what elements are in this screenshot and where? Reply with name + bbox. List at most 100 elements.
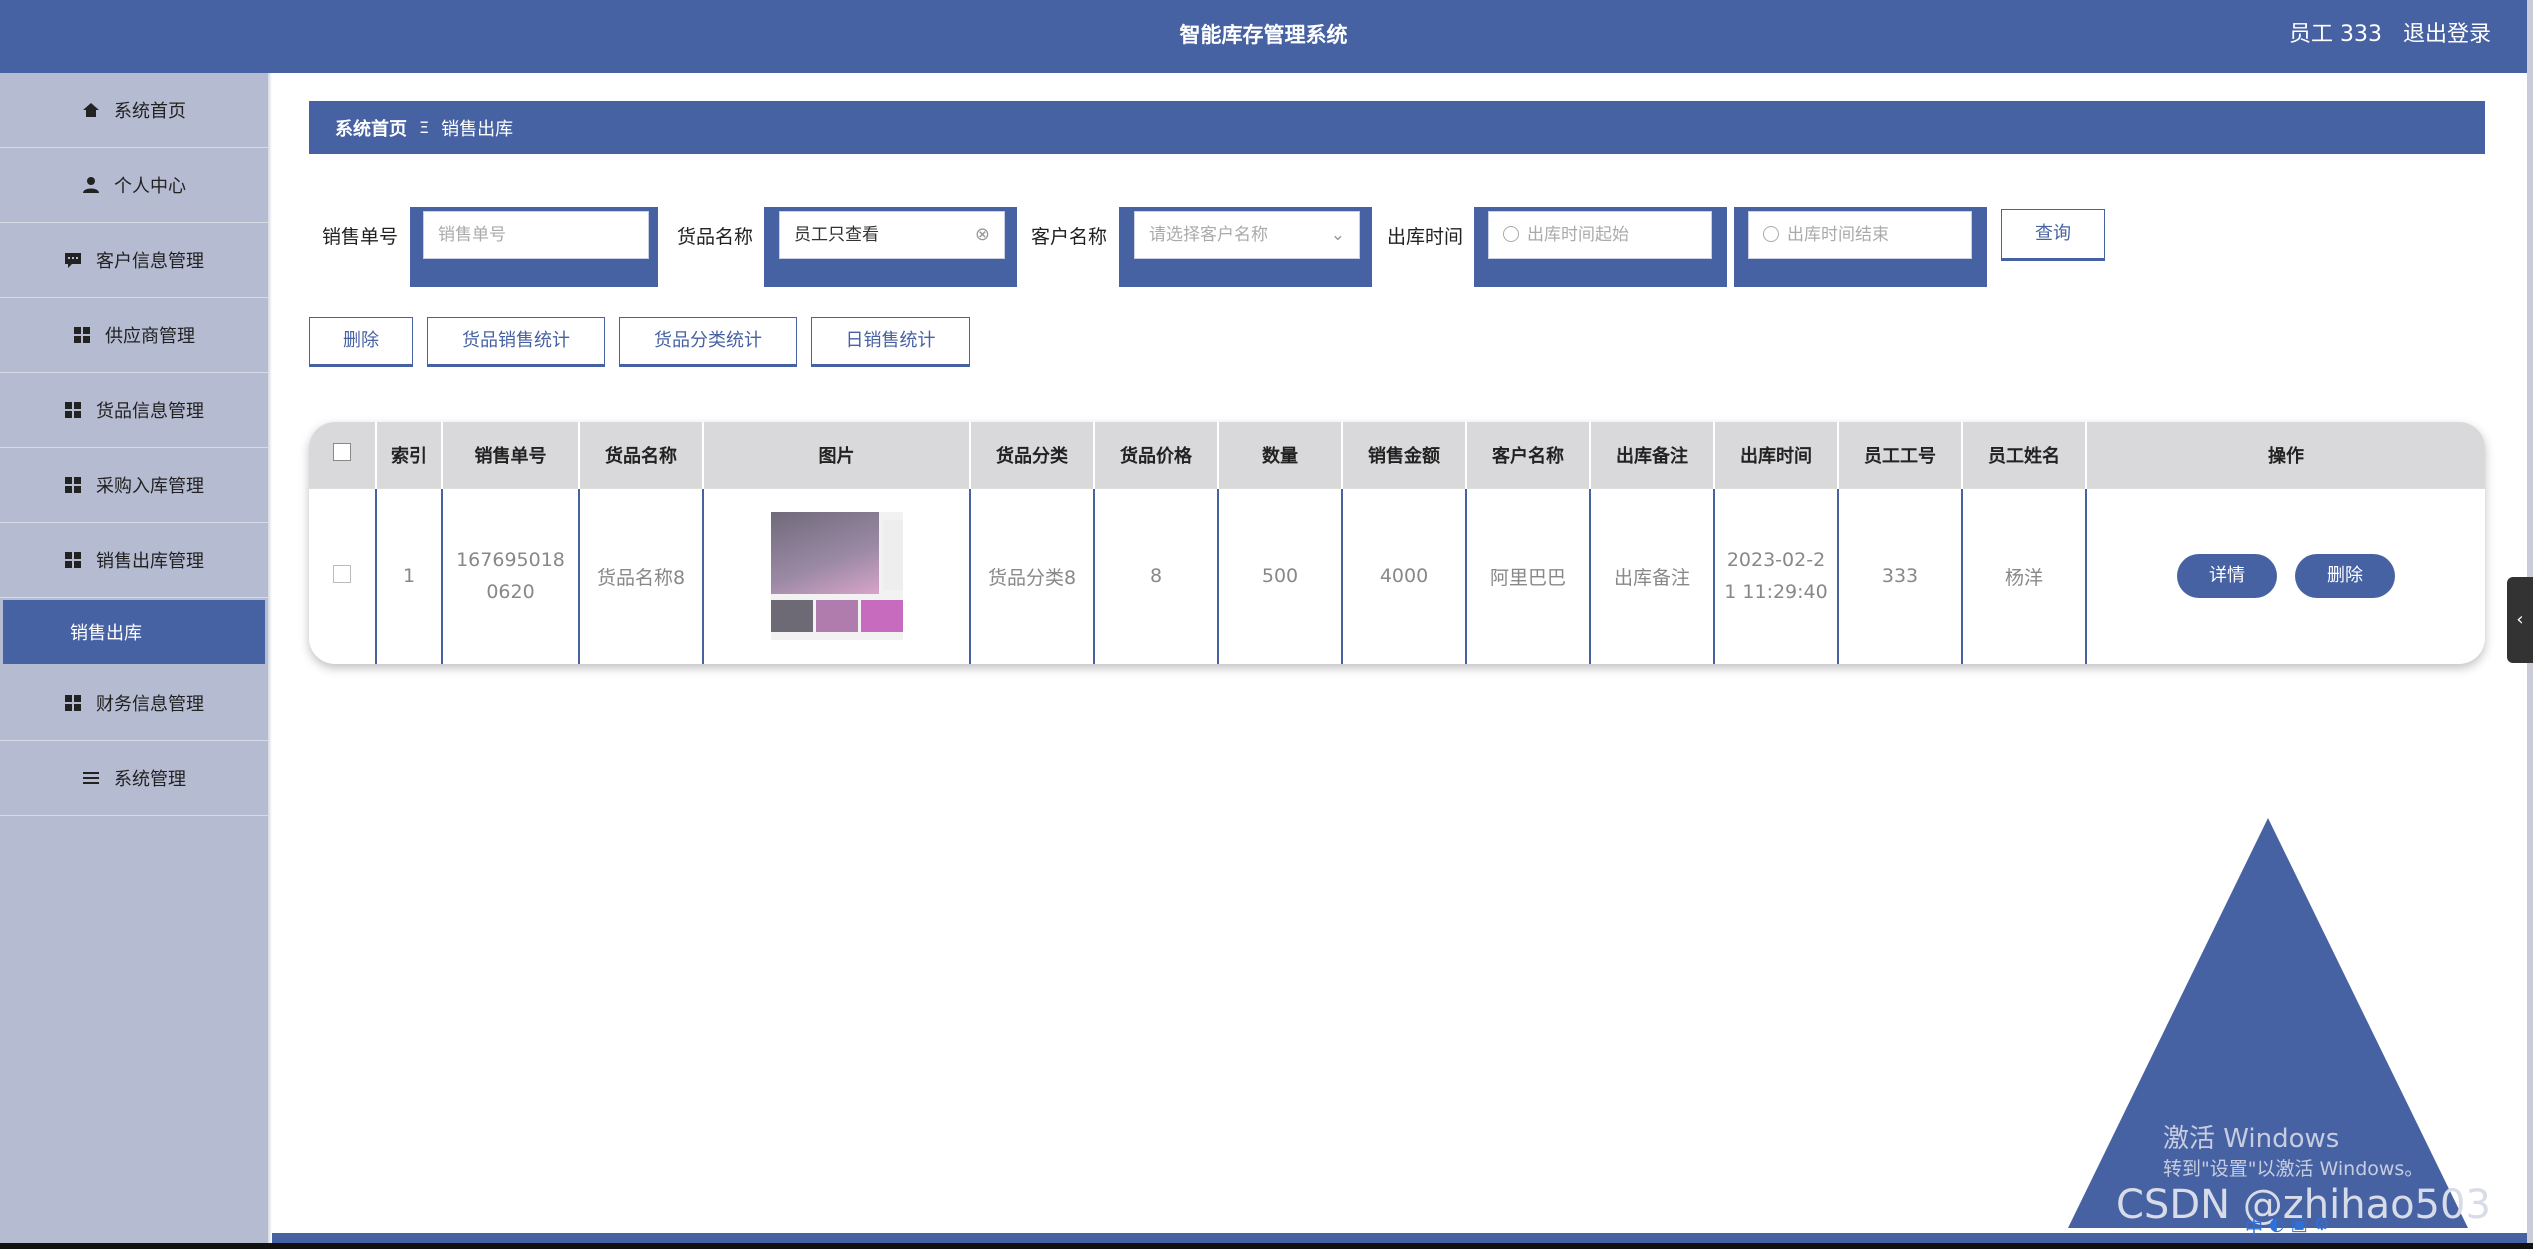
clear-icon[interactable]: ⊗ [975,212,990,258]
sidebar-item-label: 客户信息管理 [96,251,204,272]
goods-name-label: 货品名称 [677,226,754,248]
grid-icon [73,326,91,344]
table-row: 1 1676950180620 货品名称8 货品分类8 8 500 4000 阿… [309,487,2485,664]
breadcrumb-separator: Ξ [419,118,430,137]
screen-edge [0,1243,2533,1249]
time-start-placeholder: 出库时间起始 [1527,225,1629,245]
app-title: 智能库存管理系统 [1179,23,1348,47]
column-header: 货品分类 [970,422,1095,488]
sidebar-item-label: 个人中心 [114,176,186,197]
time-end-placeholder: 出库时间结束 [1787,225,1889,245]
tray-icon[interactable]: ▣ [2291,1214,2308,1240]
customer-select[interactable]: 请选择客户名称 ⌄ [1134,211,1360,259]
top-header: 智能库存管理系统 员工 333 退出登录 [0,0,2527,73]
menu-icon [82,769,100,787]
sidebar-item-label: 财务信息管理 [96,694,204,715]
select-all-cell[interactable] [309,422,377,488]
column-header: 员工工号 [1838,422,1963,488]
grid-icon [64,476,82,494]
column-header: 销售金额 [1342,422,1467,488]
sidebar-item-purchase[interactable]: 采购入库管理 [0,448,268,523]
system-tray: 中 ◐ ▣ ⚙ [2245,1214,2330,1240]
category-stats-button[interactable]: 货品分类统计 [619,317,797,367]
sidebar-item-sales[interactable]: 销售出库管理 [0,523,268,598]
sidebar: 系统首页 个人中心 客户信息管理 供应商管理 货品信息管理 采购入库管理 销售出… [0,73,268,1249]
query-button[interactable]: 查询 [2001,209,2105,261]
column-header: 货品名称 [579,422,704,488]
grid-icon [64,551,82,569]
column-header: 货品价格 [1094,422,1219,488]
column-header: 出库备注 [1590,422,1715,488]
ime-icon[interactable]: 中 [2245,1214,2263,1240]
time-label: 出库时间 [1387,226,1464,248]
delete-button[interactable]: 删除 [309,317,413,367]
row-select-cell[interactable] [309,487,377,664]
sidebar-item-label: 销售出库管理 [96,551,204,572]
quantity-cell: 500 [1218,487,1343,664]
time-text: 2023-02-21 11:29:40 [1724,549,1828,604]
windows-activation-hint: 转到"设置"以激活 Windows。 [2163,1158,2424,1180]
gear-icon[interactable]: ⚙ [2314,1214,2330,1240]
sidebar-item-label: 系统首页 [114,101,186,122]
logout-link[interactable]: 退出登录 [2403,22,2491,47]
sidebar-shadow [268,73,272,1249]
column-header: 出库时间 [1714,422,1839,488]
time-end-input[interactable]: 出库时间结束 [1748,211,1972,259]
operation-cell: 详情 删除 [2086,487,2485,664]
sidebar-item-label: 销售出库 [70,623,142,644]
customer-cell: 阿里巴巴 [1466,487,1591,664]
image-cell [703,487,971,664]
chevron-down-icon: ⌄ [1330,225,1345,245]
goods-name-input[interactable]: 员工只查看 ⊗ [779,211,1005,259]
sidebar-item-suppliers[interactable]: 供应商管理 [0,298,268,373]
customer-placeholder: 请选择客户名称 [1149,225,1268,245]
time-start-input[interactable]: 出库时间起始 [1488,211,1712,259]
order-no-input[interactable]: 销售单号 [423,211,649,259]
sidebar-item-label: 系统管理 [114,769,186,790]
customer-label: 客户名称 [1031,226,1108,248]
sidebar-item-home[interactable]: 系统首页 [0,73,268,148]
sidebar-item-customers[interactable]: 客户信息管理 [0,223,268,298]
goods-name-cell: 货品名称8 [579,487,704,664]
select-all-checkbox[interactable] [333,443,351,462]
column-header: 图片 [703,422,971,488]
price-cell: 8 [1094,487,1219,664]
clock-icon [1763,226,1779,242]
order-no-label: 销售单号 [322,226,399,248]
sidebar-item-label: 采购入库管理 [96,476,204,497]
message-icon [64,251,82,269]
sales-table: 索引 销售单号 货品名称 图片 货品分类 货品价格 数量 销售金额 客户名称 出… [309,422,2485,664]
sidebar-item-sales-outbound[interactable]: 销售出库 [3,600,265,664]
clock-icon [1503,226,1519,242]
column-header: 数量 [1218,422,1343,488]
goods-stats-button[interactable]: 货品销售统计 [427,317,605,367]
row-checkbox[interactable] [333,564,351,583]
current-user: 员工 333 [2288,22,2382,47]
category-cell: 货品分类8 [970,487,1095,664]
product-image[interactable] [770,512,903,641]
grid-icon [64,401,82,419]
sidebar-item-finance[interactable]: 财务信息管理 [0,666,268,741]
column-header: 索引 [376,422,443,488]
sidebar-item-profile[interactable]: 个人中心 [0,148,268,223]
row-delete-button[interactable]: 删除 [2295,554,2396,599]
windows-activation-title: 激活 Windows [2163,1124,2340,1154]
sidebar-item-goods[interactable]: 货品信息管理 [0,373,268,448]
user-area: 员工 333 退出登录 [2275,0,2491,73]
sidebar-item-system[interactable]: 系统管理 [0,741,268,816]
side-collapse-tab[interactable]: ‹ [2507,577,2533,663]
order-no-placeholder: 销售单号 [438,225,506,245]
breadcrumb-current: 销售出库 [441,118,514,140]
sidebar-item-label: 供应商管理 [105,326,195,347]
breadcrumb-home[interactable]: 系统首页 [335,115,407,141]
index-cell: 1 [376,487,443,664]
tray-icon[interactable]: ◐ [2269,1214,2285,1240]
column-header: 销售单号 [442,422,580,488]
daily-stats-button[interactable]: 日销售统计 [811,317,970,367]
home-icon [82,101,100,119]
breadcrumb: 系统首页 Ξ 销售出库 [309,101,2485,154]
sidebar-item-label: 货品信息管理 [96,401,204,422]
bottom-bar [272,1233,2527,1243]
detail-button[interactable]: 详情 [2176,554,2277,599]
amount-cell: 4000 [1342,487,1467,664]
